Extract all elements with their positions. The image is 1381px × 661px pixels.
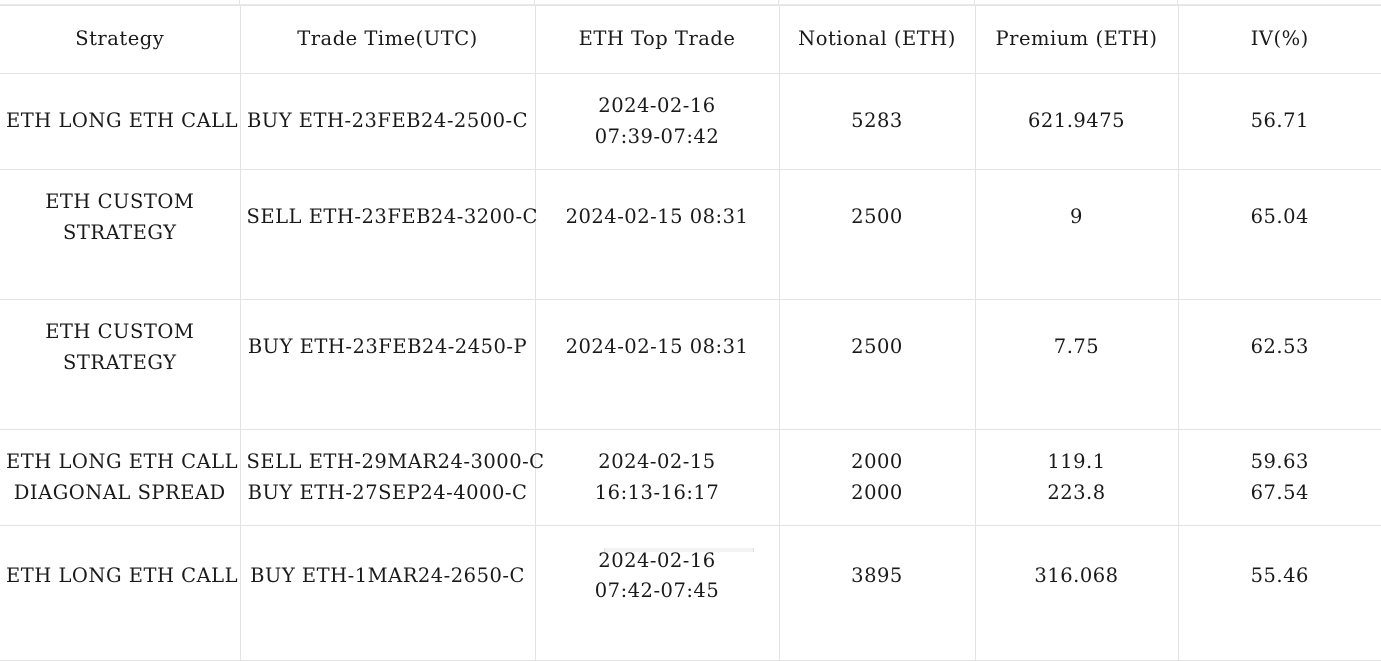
cell-eth-top-trade: 2024-02-15 08:31 [535, 170, 779, 300]
cell-line: 2000 [786, 447, 969, 477]
cell-iv: 56.71 [1178, 74, 1381, 170]
cell-notional: 20002000 [779, 430, 975, 526]
cell-line: 2000 [786, 478, 969, 508]
cell-line: 59.63 [1185, 447, 1376, 477]
cell-eth-top-trade: 2024-02-15 08:31 [535, 300, 779, 430]
cell-line: BUY ETH-23FEB24-2500-C [247, 106, 529, 136]
cell-line: 2500 [786, 332, 969, 362]
cell-line: BUY ETH-1MAR24-2650-C [247, 561, 529, 591]
cell-strategy: ETH LONG ETH CALL [0, 74, 240, 170]
cell-line: 65.04 [1185, 202, 1376, 232]
cell-line: 67.54 [1185, 478, 1376, 508]
table-header: Strategy Trade Time(UTC) ETH Top Trade N… [0, 6, 1381, 74]
table-row[interactable]: ETH LONG ETH CALLDIAGONAL SPREAD SELL ET… [0, 430, 1381, 526]
cell-line: 9 [982, 202, 1172, 232]
cell-trade-time: BUY ETH-23FEB24-2500-C [240, 74, 535, 170]
cell-line: DIAGONAL SPREAD [6, 478, 234, 508]
cell-trade-time: BUY ETH-1MAR24-2650-C [240, 526, 535, 661]
cell-notional: 2500 [779, 170, 975, 300]
cell-line: 56.71 [1185, 106, 1376, 136]
cell-notional: 2500 [779, 300, 975, 430]
cell-line: 5283 [786, 106, 969, 136]
cell-line: 223.8 [982, 478, 1172, 508]
cell-line: 316.068 [982, 561, 1172, 591]
column-header-strategy[interactable]: Strategy [0, 6, 240, 74]
cell-line: 2024-02-16 [542, 91, 773, 121]
cell-line: 2024-02-15 08:31 [542, 202, 773, 232]
cell-line: 2024-02-15 08:31 [542, 332, 773, 362]
cell-line: 2500 [786, 202, 969, 232]
cell-trade-time: BUY ETH-23FEB24-2450-P [240, 300, 535, 430]
trade-table-container: Strategy Trade Time(UTC) ETH Top Trade N… [0, 5, 1381, 661]
cell-line: ETH CUSTOM [6, 187, 234, 217]
cell-line: SELL ETH-23FEB24-3200-C [247, 202, 529, 232]
cell-line: ETH LONG ETH CALL [6, 447, 234, 477]
cell-line: ETH LONG ETH CALL [6, 106, 234, 136]
table-row[interactable]: ETH CUSTOMSTRATEGY BUY ETH-23FEB24-2450-… [0, 300, 1381, 430]
cell-iv: 59.6367.54 [1178, 430, 1381, 526]
cell-premium: 316.068 [975, 526, 1178, 661]
cell-line: 119.1 [982, 447, 1172, 477]
cell-line: STRATEGY [6, 348, 234, 378]
cell-premium: 9 [975, 170, 1178, 300]
cell-strategy: ETH LONG ETH CALLDIAGONAL SPREAD [0, 430, 240, 526]
cell-line: BUY ETH-23FEB24-2450-P [247, 332, 529, 362]
cell-iv: 65.04 [1178, 170, 1381, 300]
cell-eth-top-trade: 2024-02-1516:13-16:17 [535, 430, 779, 526]
cell-trade-time: SELL ETH-23FEB24-3200-C [240, 170, 535, 300]
cell-line: 7.75 [982, 332, 1172, 362]
column-header-notional[interactable]: Notional (ETH) [779, 6, 975, 74]
cell-line: ETH LONG ETH CALL [6, 561, 234, 591]
table-row[interactable]: ETH CUSTOMSTRATEGY SELL ETH-23FEB24-3200… [0, 170, 1381, 300]
cell-notional: 5283 [779, 74, 975, 170]
cell-eth-top-trade: 2024-02-1607:39-07:42 [535, 74, 779, 170]
scroll-thumb-sliver[interactable] [604, 548, 754, 552]
cell-line: 07:39-07:42 [542, 122, 773, 152]
cell-line: BUY ETH-27SEP24-4000-C [247, 478, 529, 508]
column-header-iv[interactable]: IV(%) [1178, 6, 1381, 74]
cell-line: ETH CUSTOM [6, 317, 234, 347]
cell-premium: 7.75 [975, 300, 1178, 430]
column-header-eth-top-trade[interactable]: ETH Top Trade [535, 6, 779, 74]
cell-strategy: ETH LONG ETH CALL [0, 526, 240, 661]
cell-line: 16:13-16:17 [542, 478, 773, 508]
cell-line: 07:42-07:45 [542, 576, 773, 606]
cell-iv: 55.46 [1178, 526, 1381, 661]
table-row[interactable]: ETH LONG ETH CALL BUY ETH-1MAR24-2650-C … [0, 526, 1381, 661]
table-header-row: Strategy Trade Time(UTC) ETH Top Trade N… [0, 6, 1381, 74]
cell-strategy: ETH CUSTOMSTRATEGY [0, 170, 240, 300]
cell-line: 3895 [786, 561, 969, 591]
eth-top-trades-table: Strategy Trade Time(UTC) ETH Top Trade N… [0, 5, 1381, 661]
cell-trade-time: SELL ETH-29MAR24-3000-CBUY ETH-27SEP24-4… [240, 430, 535, 526]
cell-line: 2024-02-15 [542, 447, 773, 477]
table-row[interactable]: ETH LONG ETH CALL BUY ETH-23FEB24-2500-C… [0, 74, 1381, 170]
cell-line: 62.53 [1185, 332, 1376, 362]
table-body: ETH LONG ETH CALL BUY ETH-23FEB24-2500-C… [0, 74, 1381, 661]
cell-premium: 119.1223.8 [975, 430, 1178, 526]
cell-premium: 621.9475 [975, 74, 1178, 170]
column-header-premium[interactable]: Premium (ETH) [975, 6, 1178, 74]
column-header-trade-time[interactable]: Trade Time(UTC) [240, 6, 535, 74]
cell-eth-top-trade: 2024-02-1607:42-07:45 [535, 526, 779, 661]
cell-line: 55.46 [1185, 561, 1376, 591]
cell-strategy: ETH CUSTOMSTRATEGY [0, 300, 240, 430]
table-bottom-edge-sliver [0, 548, 1381, 552]
cell-notional: 3895 [779, 526, 975, 661]
cell-line: SELL ETH-29MAR24-3000-C [247, 447, 529, 477]
cell-iv: 62.53 [1178, 300, 1381, 430]
cell-line: STRATEGY [6, 218, 234, 248]
cell-line: 621.9475 [982, 106, 1172, 136]
